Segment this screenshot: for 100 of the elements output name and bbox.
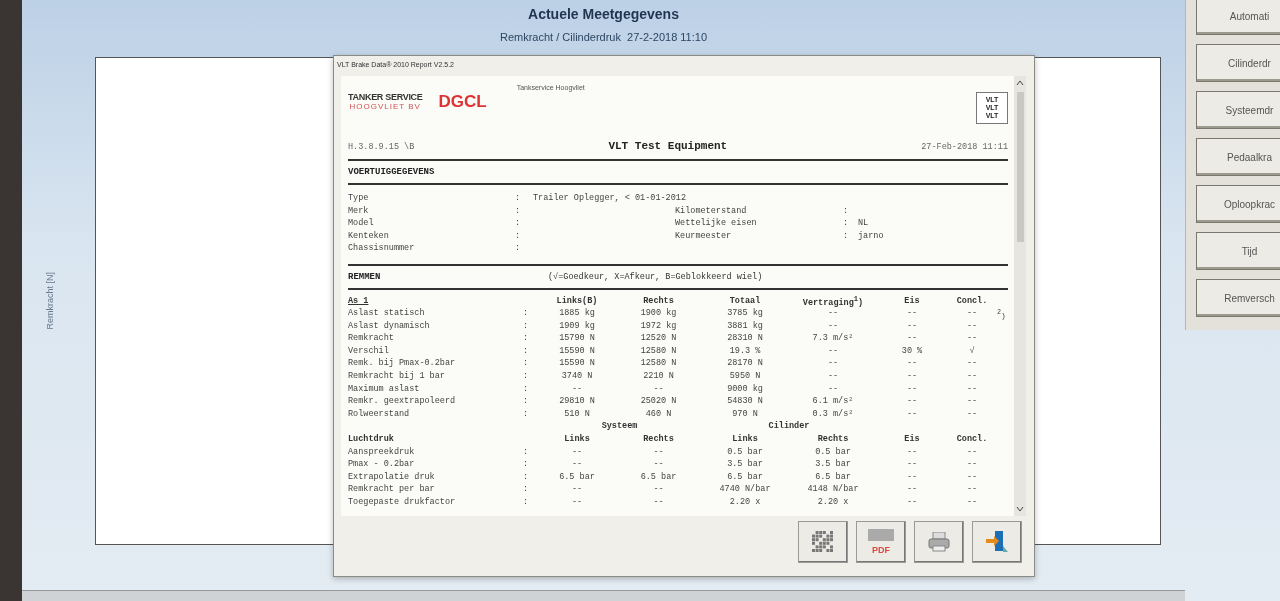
table-cell-text: 3.5 bar xyxy=(814,459,852,472)
table-cell-text: √ xyxy=(968,345,976,358)
table-cell-text: 3881 kg xyxy=(726,320,764,333)
table-cell-text: 0.5 bar xyxy=(726,446,764,459)
field-value: NL xyxy=(858,218,870,230)
table-cell-text: -- xyxy=(965,459,979,472)
table-cell-text: 0.5 bar xyxy=(814,446,852,459)
sidebar-button[interactable]: Pedaalkra xyxy=(1196,138,1280,176)
row-label: Verschil xyxy=(348,345,390,358)
table-cell-text: -- xyxy=(905,320,919,333)
table-cell-text: : xyxy=(521,345,530,358)
table-cell-text: -- xyxy=(652,446,665,459)
row-label: Remkracht per bar xyxy=(348,484,436,497)
table-cell-text: -- xyxy=(905,308,919,321)
table-cell-text: -- xyxy=(826,383,840,396)
table-cell-text: 3785 kg xyxy=(726,308,764,321)
table-cell-text: -- xyxy=(826,358,840,371)
table-cell-text: : xyxy=(521,308,530,321)
table-cell-text: 510 N xyxy=(563,408,591,421)
sidebar-button[interactable]: Cilinderdr xyxy=(1196,44,1280,82)
table-cell-text: -- xyxy=(905,371,919,384)
table-cell-text: 54830 N xyxy=(726,396,764,409)
field-separator: : xyxy=(515,218,522,230)
toolbar-button[interactable] xyxy=(972,521,1022,563)
column-header: Links xyxy=(563,434,591,447)
table-cell-text: 1900 kg xyxy=(639,308,678,321)
table-cell-text: 28170 N xyxy=(726,358,764,371)
scroll-down-icon[interactable] xyxy=(1016,505,1024,513)
table-cell-text: 4148 N/bar xyxy=(806,484,860,497)
field-label: Type xyxy=(348,193,370,205)
table-cell-text: -- xyxy=(905,459,919,472)
table-cell-text: 30 % xyxy=(900,345,924,358)
table-cell-text: 6.5 bar xyxy=(814,471,852,484)
field-value: Trailer Oplegger, < 01-01-2012 xyxy=(533,193,688,205)
row-label: Aslast statisch xyxy=(348,308,426,321)
row-label: Rolweerstand xyxy=(348,408,411,421)
table-cell-text: -- xyxy=(965,383,979,396)
column-header: Eis xyxy=(903,295,921,308)
table-cell-text: -- xyxy=(905,471,919,484)
table-cell-text: -- xyxy=(965,320,979,333)
toolbar-button[interactable]: PDF xyxy=(856,521,906,563)
sidebar-button[interactable]: Systeemdr xyxy=(1196,91,1280,129)
table-cell-text: : xyxy=(521,358,530,371)
field-label: Kilometerstand xyxy=(675,205,748,218)
table-cell-text: : xyxy=(521,484,530,497)
scroll-up-icon[interactable] xyxy=(1016,79,1024,87)
table-cell-text: : xyxy=(521,408,530,421)
column-header: Concl. xyxy=(955,434,989,447)
table-cell-text: -- xyxy=(652,484,665,497)
table-cell-text: -- xyxy=(905,396,919,409)
table-cell-text: -- xyxy=(826,345,840,358)
table-cell-text: 15590 N xyxy=(558,358,596,371)
table-cell-text: : xyxy=(521,497,530,509)
table-cell-text: 6.5 bar xyxy=(726,471,764,484)
toolbar-button[interactable] xyxy=(914,521,964,563)
sidebar-button[interactable]: Remversch xyxy=(1196,279,1280,317)
column-header: Links xyxy=(731,434,759,447)
table-cell-text: 12580 N xyxy=(639,358,678,371)
table-cell-text: 6.1 m/s² xyxy=(811,396,855,409)
table-cell-text: -- xyxy=(570,459,584,472)
table-cell-text: 19.3 % xyxy=(728,345,762,358)
field-label: Chassisnummer xyxy=(348,243,416,255)
table-cell-text: -- xyxy=(965,358,979,371)
table-cell-text: -- xyxy=(652,383,665,396)
scrollbar[interactable] xyxy=(1014,76,1026,516)
field-separator: : xyxy=(515,230,522,243)
table-cell-text: 15590 N xyxy=(558,345,596,358)
table-cell-text: : xyxy=(521,371,530,384)
toolbar-button[interactable] xyxy=(798,521,848,563)
scroll-thumb[interactable] xyxy=(1016,92,1024,242)
table-cell-text: -- xyxy=(965,446,979,459)
table-cell-text: 25020 N xyxy=(639,396,678,409)
row-label: Toegepaste drukfactor xyxy=(348,497,457,509)
sidebar-button[interactable]: Oploopkrac xyxy=(1196,185,1280,223)
sidebar-button[interactable]: Tijd xyxy=(1196,232,1280,270)
table-cell-text: -- xyxy=(965,497,979,509)
column-header: Rechts xyxy=(642,295,675,308)
table-cell-text: 6.5 bar xyxy=(558,471,596,484)
dgcl-logo: DGCL xyxy=(438,92,487,112)
table-cell-text: 4740 N/bar xyxy=(718,484,772,497)
report-heading: VLT Test Equipment xyxy=(608,140,728,152)
row-label: Aslast dynamisch xyxy=(348,320,431,333)
table-cell-text: 29810 N xyxy=(558,396,596,409)
field-label: Keurmeester xyxy=(675,230,733,243)
table-cell-text: -- xyxy=(652,497,665,509)
table-cell-text: 28310 N xyxy=(726,333,764,346)
axis-label: Remkracht [N] xyxy=(44,272,55,330)
row-label: Remkracht xyxy=(348,333,395,346)
report-date: 27-Feb-2018 11:11 xyxy=(921,142,1008,152)
field-separator: : xyxy=(515,193,522,205)
table-cell-text: -- xyxy=(570,383,584,396)
table-cell-text: -- xyxy=(570,497,584,509)
table-cell-text: -- xyxy=(965,396,979,409)
table-cell-text: -- xyxy=(905,408,919,421)
sidebar-button[interactable]: Automati xyxy=(1196,0,1280,35)
table-cell-text: -- xyxy=(570,446,584,459)
row-label: Maximum aslast xyxy=(348,383,421,396)
group-header: Systeem xyxy=(600,421,639,434)
table-cell-text: -- xyxy=(905,383,919,396)
table-cell-text: : xyxy=(521,459,530,472)
